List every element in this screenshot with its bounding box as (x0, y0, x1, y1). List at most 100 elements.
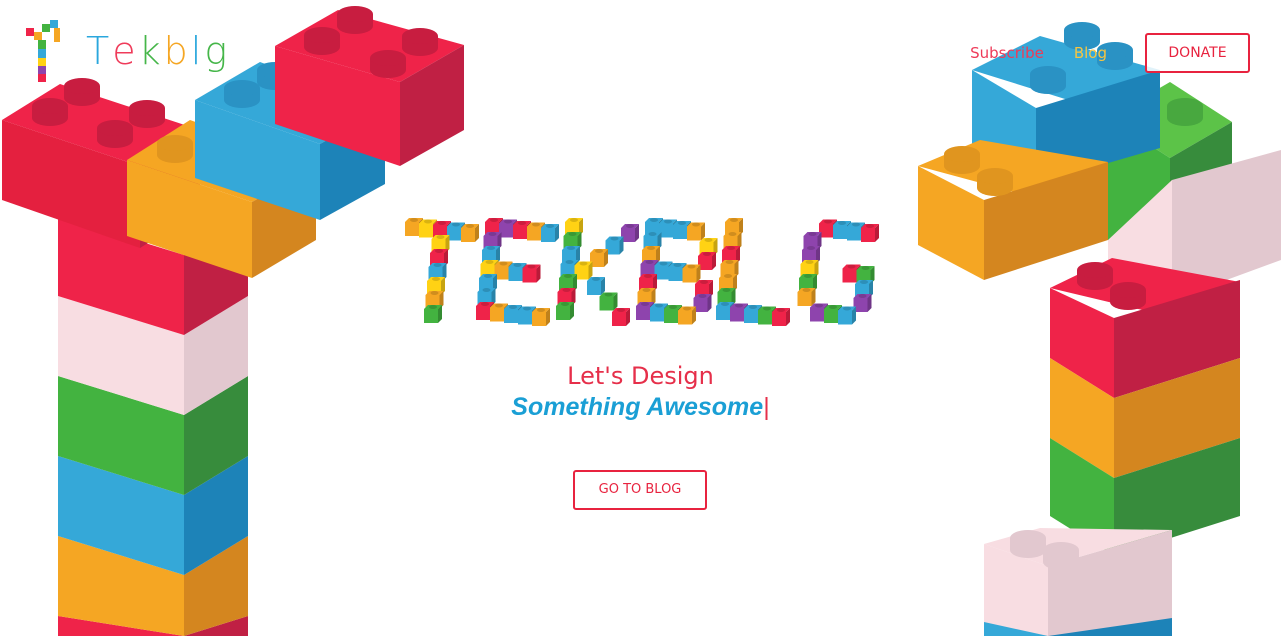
hero-logo-block (692, 222, 700, 227)
hero-logo-block (716, 306, 730, 320)
hero-logo-block (476, 306, 490, 320)
hero-logo-block (523, 306, 531, 311)
hero-logo-block (644, 274, 652, 278)
hero-logo-block (466, 224, 474, 228)
hero-logo-block (722, 288, 731, 292)
hero-logo-block (777, 308, 785, 312)
hero-logo-block (678, 310, 692, 325)
hero-logo-block (650, 218, 658, 222)
tagline-line-1: Let's Design (567, 362, 714, 390)
hero-logo-block (687, 264, 696, 269)
hero-logo-block (541, 228, 555, 242)
hero-logo-block (847, 226, 861, 241)
hero-logo-letter (476, 218, 559, 326)
hero-logo-letter (636, 218, 718, 325)
hero-logo-block (797, 292, 812, 306)
go-to-blog-button[interactable]: GO TO BLOG (573, 470, 707, 510)
hero-logo-block (599, 296, 614, 311)
hero-logo-block (763, 306, 771, 311)
hero-logo-letter (797, 219, 879, 325)
hero-logo-block (645, 260, 654, 264)
hero-logo-block (824, 219, 832, 224)
hero-logo-block (568, 232, 577, 236)
hero-logo-block (641, 302, 649, 306)
hero-logo-block (626, 224, 634, 228)
tagline-line-2-text: Something Awesome (511, 393, 764, 421)
hero-logo-block (499, 261, 508, 266)
hero-logo-block (490, 218, 498, 222)
hero-logo-block (532, 312, 546, 326)
hero-logo-block (721, 302, 729, 306)
hero-logo-block (495, 303, 503, 308)
hero-logo-block (513, 263, 522, 267)
hero-logo-block (488, 232, 497, 236)
hero-logo-block (595, 249, 603, 253)
hero-logo-block (861, 266, 870, 270)
hero-logo-block (858, 294, 867, 298)
hero-logo-block (724, 274, 732, 278)
hero-logo-block (546, 224, 554, 228)
hero-logo-block (728, 232, 737, 236)
hero-logo-block (802, 288, 811, 292)
hero-logo-block (860, 280, 868, 284)
tagline-line-2: Something Awesome| (0, 393, 1281, 422)
hero-logo-block (565, 260, 574, 264)
hero-logo-block (562, 288, 571, 292)
hero-logo-block (687, 226, 701, 241)
hero-logo-block (673, 263, 682, 267)
hero-logo-block (678, 221, 686, 225)
hero-logo-block (556, 306, 570, 320)
hero-logo-block (490, 307, 504, 322)
hero-logo-block (567, 246, 575, 250)
hero-logo-block (424, 309, 438, 323)
hero-logo-block (485, 260, 494, 264)
hero-logo-block (522, 268, 537, 283)
hero-logo-block (537, 308, 545, 312)
hero-logo-block (704, 238, 713, 242)
hero-logo-block (852, 222, 860, 227)
hero-logo-block (829, 305, 837, 309)
hero-logo-block (438, 221, 446, 225)
hero-logo-block (617, 308, 625, 312)
hero-logo-block (861, 228, 875, 242)
hero-logo-block (482, 288, 491, 292)
hero-logo-block (518, 221, 526, 225)
hero-logo-block (664, 309, 678, 323)
hero-logo-block (610, 236, 619, 241)
hero-logo-block (866, 224, 874, 228)
hero-logo-letter (405, 218, 479, 323)
hero-logo-block (703, 252, 711, 256)
hero-logo-block (650, 307, 664, 322)
hero-logo-block (843, 306, 851, 311)
typing-caret: | (763, 393, 770, 421)
hero-logo-block (612, 312, 626, 326)
hero-logo-block (405, 222, 419, 236)
hero-logo-block (430, 291, 439, 295)
hero-section: Let's Design Something Awesome| GO TO BL… (0, 0, 1281, 636)
hero-logo-block (749, 305, 757, 309)
hero-logo-block (508, 267, 523, 281)
hero-logo-block (698, 294, 707, 298)
hero-logo-block (642, 288, 651, 292)
hero-logo-block (700, 280, 708, 284)
hero-logo-block (772, 312, 786, 326)
hero-logo-block (433, 263, 442, 267)
hero-logo-block (804, 274, 812, 278)
hero-logo-block (579, 261, 588, 266)
hero-logo-block (504, 309, 518, 323)
hero-logo-block (725, 260, 734, 264)
hero-logo-block (527, 264, 536, 269)
hero-logo-block (648, 232, 657, 236)
hero-lego-logo (405, 218, 879, 326)
hero-logo-block (532, 222, 540, 227)
hero-logo-block (815, 303, 823, 308)
hero-logo-block (668, 267, 683, 281)
hero-logo-block (838, 310, 852, 325)
hero-logo-block (513, 225, 527, 239)
hero-logo-block (587, 281, 601, 295)
hero-logo-block (419, 223, 433, 238)
hero-logo-block (461, 228, 475, 242)
hero-logo-block (527, 226, 541, 241)
hero-logo-block (481, 302, 489, 306)
hero-logo-letter (556, 218, 639, 326)
